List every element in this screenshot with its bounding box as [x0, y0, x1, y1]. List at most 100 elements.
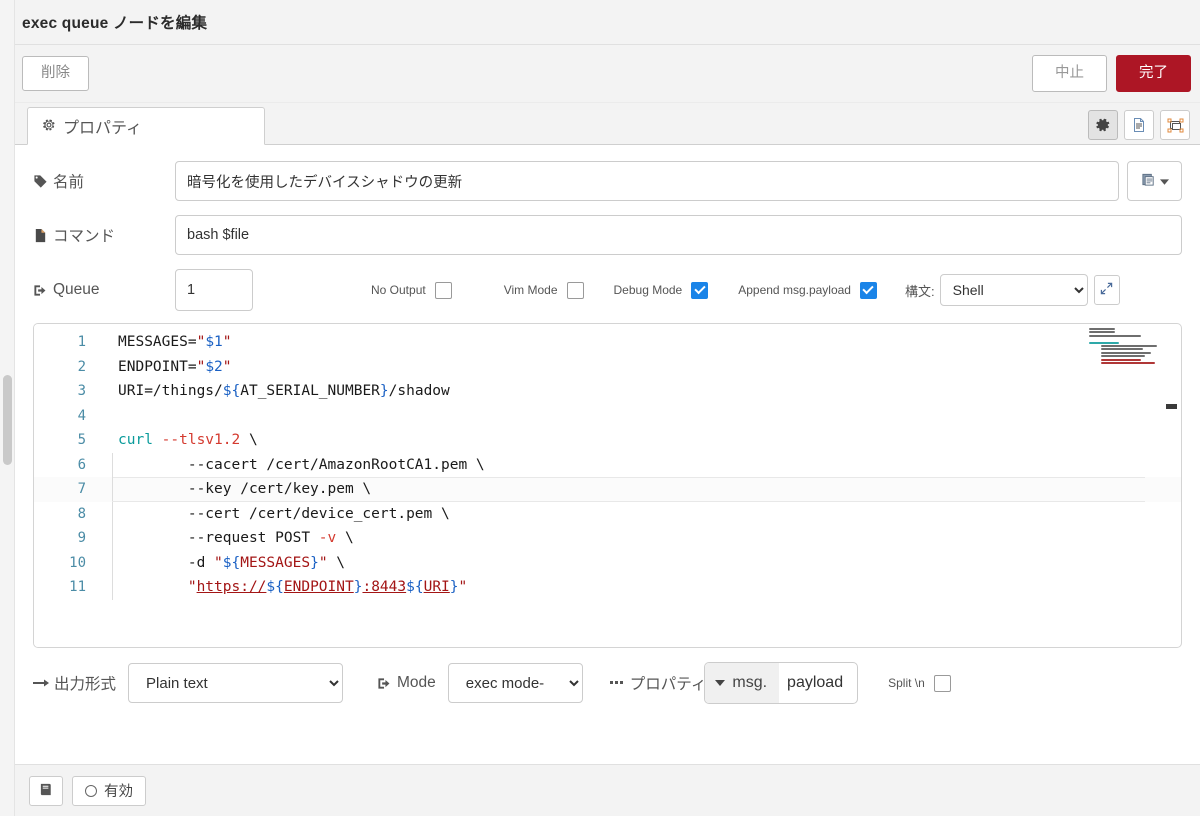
code-line[interactable]: 4 [34, 404, 1181, 429]
command-input[interactable] [175, 215, 1182, 255]
line-number: 6 [77, 456, 86, 473]
code-line[interactable]: 8 --cert /cert/device_cert.pem \ [34, 501, 1181, 527]
gear-icon-button[interactable] [1088, 110, 1118, 140]
code-token: " [222, 334, 232, 350]
code-line[interactable]: 5 curl --tlsv1.2 \ [34, 428, 1181, 453]
gear-icon [42, 118, 56, 135]
code-text: URI=/things/${AT_SERIAL_NUMBER}/shadow [96, 379, 450, 404]
book-icon [39, 782, 54, 800]
code-token: } [449, 579, 459, 595]
dialog-header: exec queue ノードを編集 [15, 0, 1200, 45]
minimap-line [1101, 361, 1155, 364]
output-format-label-group: 出力形式 [33, 672, 116, 694]
property-label-group: プロパティ [609, 672, 706, 694]
mode-label-group: Mode [377, 674, 436, 692]
minimap-line [1089, 331, 1115, 334]
code-token: --cert /cert/device_cert.pem \ [118, 505, 450, 522]
editor-scrollbar[interactable] [1166, 324, 1177, 647]
cancel-button[interactable]: 中止 [1032, 54, 1107, 93]
line-number: 2 [77, 358, 86, 375]
page-scroll-thumb[interactable] [3, 375, 12, 465]
code-line[interactable]: 1 MESSAGES="$1" [34, 330, 1181, 355]
split-label: Split \n [888, 676, 925, 690]
append-payload-checkbox[interactable] [859, 281, 877, 299]
delete-button[interactable]: 削除 [22, 55, 89, 92]
code-token: /shadow [388, 383, 450, 399]
vim-mode-label: Vim Mode [503, 283, 558, 297]
code-text: --cert /cert/device_cert.pem \ [96, 502, 450, 527]
tab-properties-label: プロパティ [63, 120, 143, 137]
line-number: 3 [77, 383, 86, 399]
command-label: コマンド [53, 228, 116, 245]
code-line[interactable]: 3 URI=/things/${AT_SERIAL_NUMBER}/shadow [34, 379, 1181, 404]
appearance-icon-button[interactable] [1160, 110, 1190, 140]
chevron-down-icon [1159, 173, 1169, 189]
sign-out-icon [33, 283, 48, 298]
code-token: :8443 [362, 579, 407, 595]
code-line[interactable]: 6 --cacert /cert/AmazonRootCA1.pem \ [34, 452, 1181, 477]
code-token: ENDPOINT= [118, 358, 197, 375]
debug-mode-label: Debug Mode [613, 283, 683, 297]
no-output-label: No Output [371, 283, 426, 297]
debug-mode-checkbox-group: Debug Mode [613, 281, 709, 299]
command-label-group: コマンド [33, 224, 175, 246]
line-number: 7 [77, 481, 86, 497]
code-token: MESSAGES [240, 554, 311, 571]
editor-scroll-thumb[interactable] [1166, 404, 1177, 409]
debug-mode-checkbox[interactable] [691, 281, 709, 299]
editor-minimap[interactable] [1089, 328, 1157, 368]
edit-node-dialog: exec queue ノードを編集 削除 中止 完了 プロパティ 名前 暗号化を… [15, 0, 1200, 816]
code-token: --tlsv1.2 [161, 432, 241, 448]
code-line[interactable]: 7 --key /cert/key.pem \ [34, 477, 1181, 502]
code-text: --key /cert/key.pem \ [96, 477, 371, 502]
line-number: 5 [77, 432, 86, 448]
tab-actions [1088, 110, 1190, 140]
split-checkbox[interactable] [933, 674, 951, 692]
code-text: curl --tlsv1.2 \ [96, 428, 258, 453]
msg-property-widget[interactable]: msg. payload [704, 662, 859, 704]
code-token: ${ [406, 579, 424, 595]
vim-mode-checkbox-group: Vim Mode [503, 281, 584, 299]
code-line[interactable]: 11 "https://${ENDPOINT}:8443${URI}" [34, 575, 1181, 600]
name-row: 名前 [33, 161, 1182, 201]
name-input[interactable] [175, 161, 1119, 201]
output-format-select[interactable]: Plain text [128, 663, 344, 703]
description-icon-button[interactable] [1124, 110, 1154, 140]
syntax-select[interactable]: Shell [939, 274, 1088, 306]
mode-label-text: Mode [397, 674, 436, 691]
msg-prefix-dropdown[interactable]: msg. [705, 663, 780, 703]
editor-content[interactable]: 1 MESSAGES="$1" 2 ENDPOINT="$2" 3 URI=/things… [34, 324, 1181, 647]
code-token: \ [327, 554, 346, 571]
msg-property-value[interactable]: payload [779, 674, 857, 692]
exec-mode-select[interactable]: exec mode- [447, 663, 583, 703]
book-icon-button[interactable] [29, 775, 63, 806]
name-label-group: 名前 [33, 170, 175, 192]
code-token: MESSAGES= [118, 334, 197, 350]
expand-editor-button[interactable] [1093, 275, 1120, 305]
code-token: --key /cert/key.pem \ [118, 481, 372, 497]
tab-properties[interactable]: プロパティ [27, 107, 265, 145]
no-output-checkbox[interactable] [434, 281, 452, 299]
enable-toggle-button[interactable]: 有効 [72, 775, 146, 806]
code-line[interactable]: 9 --request POST -v \ [34, 526, 1181, 551]
minimap-line [1089, 341, 1119, 344]
done-button[interactable]: 完了 [1116, 54, 1191, 93]
vim-mode-checkbox[interactable] [566, 281, 584, 299]
code-line[interactable]: 10 -d "${MESSAGES}" \ [34, 550, 1181, 576]
code-token: --cacert /cert/AmazonRootCA1.pem \ [118, 456, 485, 473]
code-editor[interactable]: 1 MESSAGES="$1" 2 ENDPOINT="$2" 3 URI=/things… [33, 323, 1182, 648]
page-scrollbar[interactable] [0, 0, 15, 816]
code-token: " [187, 579, 197, 595]
code-token: $2 [205, 358, 223, 375]
syntax-label: 構文: [904, 283, 935, 299]
msg-prefix-label: msg. [732, 674, 768, 691]
code-line[interactable]: 2 ENDPOINT="$2" [34, 355, 1181, 380]
label-icon [1141, 172, 1156, 190]
queue-input[interactable] [175, 269, 253, 311]
code-text: -d "${MESSAGES}" \ [96, 551, 345, 576]
name-type-dropdown-button[interactable] [1127, 161, 1182, 201]
code-token: -v [318, 530, 337, 546]
line-number: 10 [69, 554, 86, 571]
code-token: } [379, 383, 389, 399]
